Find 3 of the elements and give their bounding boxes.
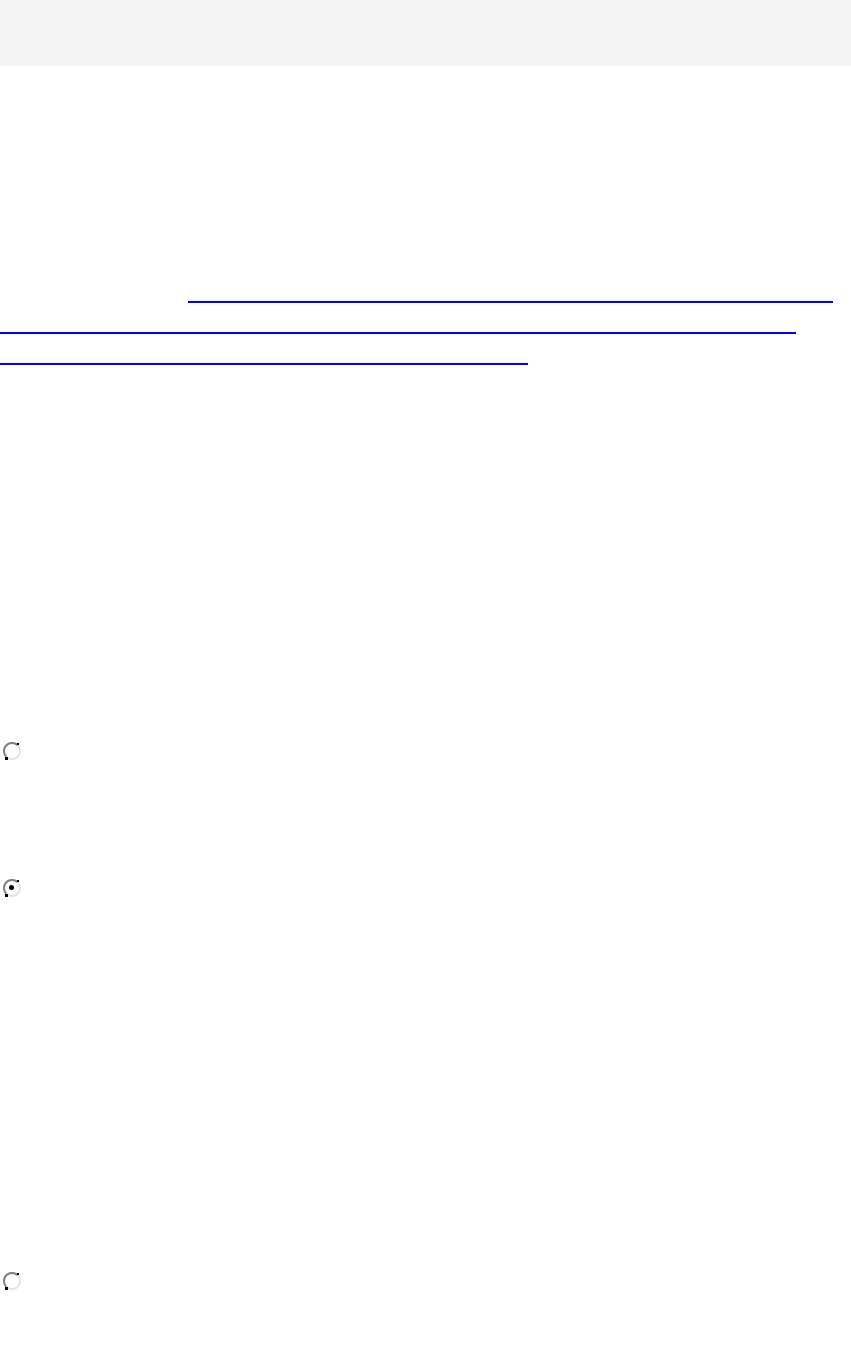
radio-button[interactable] [3, 879, 21, 897]
radio-button[interactable] [3, 1272, 21, 1290]
radio-button[interactable] [3, 742, 21, 760]
